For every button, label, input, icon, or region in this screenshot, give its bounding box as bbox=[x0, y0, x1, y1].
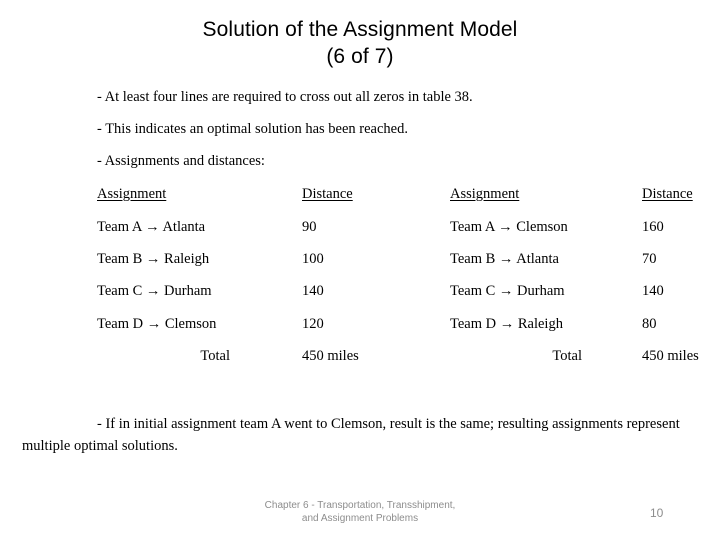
table-row: Team C → Durham 140 Team C → Durham 140 bbox=[0, 283, 720, 307]
total-label-left: Total bbox=[200, 348, 230, 364]
cell-assignment-left: Team D → Clemson bbox=[97, 316, 217, 332]
cell-distance-right: 160 bbox=[642, 219, 664, 235]
header-assignment-left: Assignment bbox=[97, 186, 167, 202]
cell-assignment-right: Team A → Clemson bbox=[450, 219, 568, 235]
total-value-right: 450 miles bbox=[642, 348, 699, 364]
cell-distance-right: 140 bbox=[642, 283, 664, 299]
assignments-table: Assignment Distance Assignment Distance … bbox=[0, 186, 720, 376]
cell-distance-left: 140 bbox=[302, 283, 324, 299]
header-distance-right: Distance bbox=[642, 186, 693, 202]
cell-assignment-right: Team D → Raleigh bbox=[450, 316, 563, 332]
cell-distance-left: 90 bbox=[302, 219, 317, 235]
footer-line-2: and Assignment Problems bbox=[301, 513, 419, 524]
footer-note: Chapter 6 - Transportation, Transshipmen… bbox=[160, 499, 560, 525]
bullet-item-2: - This indicates an optimal solution has… bbox=[97, 121, 408, 137]
slide-title-line-1: Solution of the Assignment Model bbox=[202, 18, 518, 41]
slide-title-line-2: (6 of 7) bbox=[326, 45, 394, 68]
total-label-right: Total bbox=[552, 348, 582, 364]
cell-assignment-left: Team A → Atlanta bbox=[97, 219, 206, 235]
slide-title: Solution of the Assignment Model (6 of 7… bbox=[0, 16, 720, 70]
bullet-item-3: - Assignments and distances: bbox=[97, 153, 265, 169]
closing-paragraph: - If in initial assignment team A went t… bbox=[22, 416, 680, 454]
page-number: 10 bbox=[650, 506, 664, 520]
cell-distance-right: 70 bbox=[642, 251, 657, 267]
table-header-row: Assignment Distance Assignment Distance bbox=[0, 186, 720, 210]
table-row: Team D → Clemson 120 Team D → Raleigh 80 bbox=[0, 316, 720, 340]
cell-assignment-right: Team B → Atlanta bbox=[450, 251, 559, 267]
slide-canvas: Solution of the Assignment Model (6 of 7… bbox=[0, 0, 720, 540]
cell-assignment-left: Team B → Raleigh bbox=[97, 251, 210, 267]
table-row: Team A → Atlanta 90 Team A → Clemson 160 bbox=[0, 219, 720, 243]
footer-line-1: Chapter 6 - Transportation, Transshipmen… bbox=[264, 500, 456, 511]
table-row: Team B → Raleigh 100 Team B → Atlanta 70 bbox=[0, 251, 720, 275]
table-total-row: Total 450 miles Total 450 miles bbox=[0, 348, 720, 372]
header-assignment-right: Assignment bbox=[450, 186, 520, 202]
header-distance-left: Distance bbox=[302, 186, 353, 202]
cell-distance-left: 100 bbox=[302, 251, 324, 267]
cell-assignment-right: Team C → Durham bbox=[450, 283, 565, 299]
cell-distance-right: 80 bbox=[642, 316, 657, 332]
bullet-list: - At least four lines are required to cr… bbox=[97, 89, 697, 185]
cell-distance-left: 120 bbox=[302, 316, 324, 332]
total-value-left: 450 miles bbox=[302, 348, 359, 364]
bullet-item-1: - At least four lines are required to cr… bbox=[97, 89, 473, 105]
cell-assignment-left: Team C → Durham bbox=[97, 283, 212, 299]
